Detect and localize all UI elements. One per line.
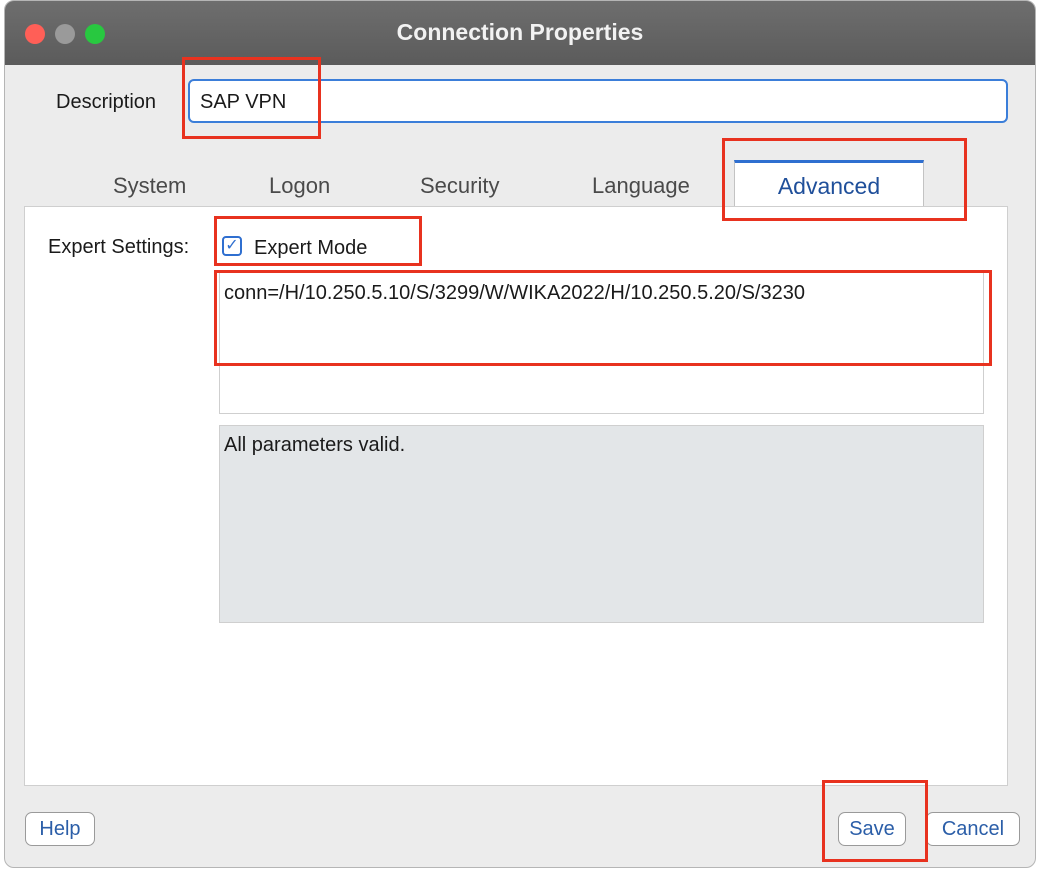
help-button[interactable]: Help [25,812,95,846]
expert-mode-label[interactable]: Expert Mode [254,237,367,260]
tab-logon[interactable]: Logon [269,173,330,199]
tab-advanced[interactable]: Advanced [734,160,924,206]
description-label: Description [56,91,157,113]
window-title: Connection Properties [396,19,644,45]
expert-settings-label: Expert Settings: [48,236,190,258]
description-input[interactable]: SAP VPN [188,79,1008,123]
checkmark-icon: ✓ [225,237,239,254]
expert-mode-checkbox[interactable]: ✓ [222,236,242,256]
cancel-button[interactable]: Cancel [926,812,1020,846]
tab-language[interactable]: Language [592,173,690,199]
connection-string-textarea[interactable]: conn=/H/10.250.5.10/S/3299/W/WIKA2022/H/… [219,272,984,414]
tab-security[interactable]: Security [420,173,499,199]
tab-system[interactable]: System [113,173,186,199]
validation-status-area: All parameters valid. [219,425,984,623]
save-button[interactable]: Save [838,812,906,846]
title-bar[interactable]: Connection Properties [5,1,1035,65]
